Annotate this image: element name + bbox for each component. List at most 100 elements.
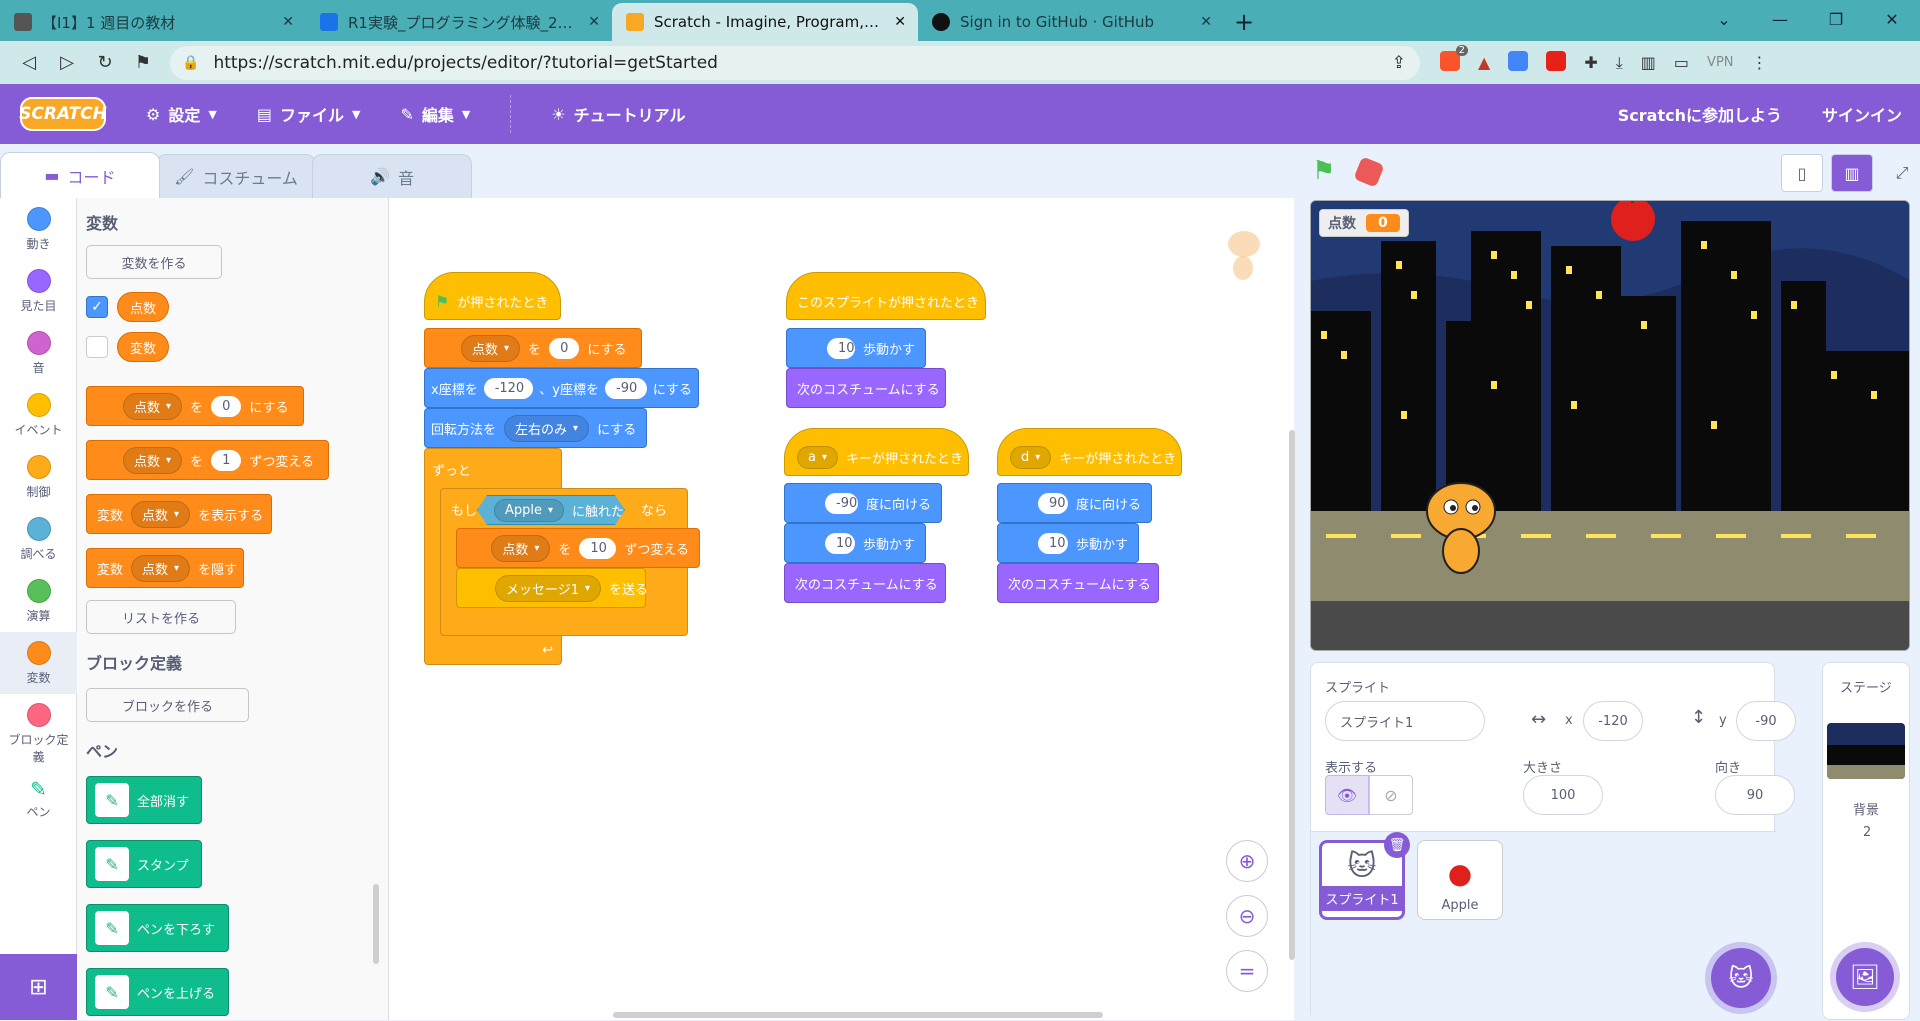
variable-reporter-score[interactable]: 点数 bbox=[117, 292, 170, 322]
block-next-costume[interactable]: 次のコスチュームにする bbox=[784, 563, 946, 603]
category-control[interactable]: 制御 bbox=[0, 446, 77, 508]
zoom-reset-button[interactable]: = bbox=[1226, 950, 1268, 992]
tab-sounds[interactable]: 🔊 音 bbox=[312, 154, 472, 198]
block-point-in-direction[interactable]: 90 度に向ける bbox=[997, 483, 1152, 523]
block-set-variable[interactable]: 点数を0にする bbox=[86, 386, 304, 426]
minimize-icon[interactable]: — bbox=[1752, 10, 1808, 29]
workspace-horizontal-scrollbar[interactable] bbox=[613, 1012, 1103, 1018]
add-extension-button[interactable]: ⊞ bbox=[0, 954, 77, 1020]
reload-icon[interactable]: ↻ bbox=[86, 52, 124, 73]
vpn-button[interactable]: VPN bbox=[1707, 55, 1733, 70]
block-change-variable[interactable]: 点数を1ずつ変える bbox=[86, 440, 329, 480]
category-motion[interactable]: 動き bbox=[0, 198, 77, 260]
stage-canvas[interactable]: 点数 0 bbox=[1310, 200, 1910, 651]
youtube-ext-icon[interactable] bbox=[1546, 50, 1567, 75]
sprite-thumb-apple[interactable]: ● Apple bbox=[1417, 840, 1503, 920]
browser-tab-2[interactable]: R1実験_プログラミング体験_20230707.pdf✕ bbox=[306, 3, 612, 41]
category-operators[interactable]: 演算 bbox=[0, 570, 77, 632]
hide-sprite-button[interactable]: ⊘ bbox=[1369, 775, 1413, 815]
block-pen-down[interactable]: ✎ ペンを下ろす bbox=[86, 904, 229, 952]
join-scratch-link[interactable]: Scratchに参加しよう bbox=[1618, 102, 1782, 126]
block-hide-variable[interactable]: 変数点数を隠す bbox=[86, 548, 244, 588]
block-set-variable[interactable]: 点数を0にする bbox=[424, 328, 642, 368]
sprite-name-input[interactable]: スプライト1 bbox=[1325, 701, 1485, 741]
forward-icon[interactable]: ▷ bbox=[48, 52, 86, 73]
choose-backdrop-button[interactable]: 🖼 bbox=[1836, 948, 1894, 1006]
block-next-costume[interactable]: 次のコスチュームにする bbox=[786, 368, 946, 408]
block-set-rotation-style[interactable]: 回転方法を左右のみにする bbox=[424, 408, 647, 448]
tab-code[interactable]: ▬ コード bbox=[0, 152, 160, 198]
sprite-size-input[interactable]: 100 bbox=[1523, 775, 1603, 815]
block-point-in-direction[interactable]: -90 度に向ける bbox=[784, 483, 942, 523]
block-next-costume[interactable]: 次のコスチュームにする bbox=[997, 563, 1159, 603]
window-close-icon[interactable]: ✕ bbox=[1864, 10, 1920, 29]
block-when-flag-clicked[interactable]: ⚑ が押されたとき bbox=[424, 272, 561, 320]
browser-tab-1[interactable]: 【I1】1 週目の教材 ✕ bbox=[0, 3, 306, 41]
variable-reporter-var[interactable]: 変数 bbox=[117, 332, 170, 362]
category-myblocks[interactable]: ブロック定義 bbox=[0, 694, 77, 768]
fullscreen-button[interactable]: ⤢ bbox=[1881, 154, 1920, 192]
sprite-direction-input[interactable]: 90 bbox=[1715, 775, 1795, 815]
normal-stage-button[interactable]: ▥ bbox=[1831, 154, 1873, 192]
category-events[interactable]: イベント bbox=[0, 384, 77, 446]
wallet-icon[interactable]: ▭ bbox=[1674, 53, 1689, 72]
block-broadcast[interactable]: メッセージ1を送る bbox=[456, 568, 648, 608]
stage-thumbnail[interactable] bbox=[1827, 723, 1905, 779]
close-icon[interactable]: ✕ bbox=[282, 14, 294, 30]
block-change-variable[interactable]: 点数を10ずつ変える bbox=[456, 528, 700, 568]
palette-scrollbar[interactable] bbox=[373, 884, 379, 964]
variable-checkbox-score[interactable]: ✓ bbox=[86, 296, 108, 318]
menu-icon[interactable]: ⋮ bbox=[1752, 53, 1768, 72]
green-flag-button[interactable]: ⚑ bbox=[1312, 156, 1335, 186]
sidebar-icon[interactable]: ▥ bbox=[1641, 53, 1656, 72]
category-sensing[interactable]: 調べる bbox=[0, 508, 77, 570]
make-block-button[interactable]: ブロックを作る bbox=[86, 688, 249, 722]
category-sound[interactable]: 音 bbox=[0, 322, 77, 384]
file-menu[interactable]: ▤ ファイル ▼ bbox=[257, 102, 361, 126]
delete-sprite-button[interactable]: 🗑 bbox=[1384, 832, 1410, 858]
sign-in-link[interactable]: サインイン bbox=[1822, 102, 1902, 126]
show-sprite-button[interactable]: 👁 bbox=[1325, 775, 1369, 815]
close-icon[interactable]: ✕ bbox=[894, 14, 906, 30]
block-move-steps[interactable]: 10 歩動かす bbox=[997, 523, 1139, 563]
sprite-x-input[interactable]: -120 bbox=[1583, 701, 1643, 741]
category-pen[interactable]: ✎ ペン bbox=[0, 768, 77, 830]
zoom-in-button[interactable]: ⊕ bbox=[1226, 840, 1268, 882]
edit-menu[interactable]: ✎ 編集 ▼ bbox=[400, 102, 470, 126]
block-pen-clear[interactable]: ✎ 全部消す bbox=[86, 776, 202, 824]
category-variables[interactable]: 変数 bbox=[0, 632, 77, 694]
block-touching[interactable]: Appleに触れた bbox=[477, 495, 625, 525]
block-when-key-pressed-d[interactable]: dキーが押されたとき bbox=[997, 428, 1182, 476]
back-icon[interactable]: ◁ bbox=[10, 52, 48, 73]
translate-icon[interactable] bbox=[1508, 50, 1529, 75]
block-move-steps[interactable]: 10 歩動かす bbox=[784, 523, 926, 563]
block-go-to-xy[interactable]: x座標を -120 、y座標を -90 にする bbox=[424, 368, 699, 408]
close-icon[interactable]: ✕ bbox=[1200, 14, 1212, 30]
script-workspace[interactable]: ⚑が押されたとき 点数を0にする x座標を-120、y座標を-90にする 回転方… bbox=[389, 198, 1294, 1020]
block-pen-up[interactable]: ✎ ペンを上げる bbox=[86, 968, 229, 1016]
category-looks[interactable]: 見た目 bbox=[0, 260, 77, 322]
block-when-key-pressed-a[interactable]: aキーが押されたとき bbox=[784, 428, 969, 476]
tab-costumes[interactable]: 🖌 コスチューム bbox=[156, 154, 316, 198]
block-when-sprite-clicked[interactable]: このスプライトが押されたとき bbox=[786, 272, 986, 320]
share-icon[interactable]: ⇪ bbox=[1392, 53, 1406, 73]
browser-tab-4[interactable]: Sign in to GitHub · GitHub ✕ bbox=[918, 3, 1224, 41]
variable-monitor-score[interactable]: 点数 0 bbox=[1319, 209, 1409, 237]
make-list-button[interactable]: リストを作る bbox=[86, 600, 236, 634]
block-pen-stamp[interactable]: ✎ スタンプ bbox=[86, 840, 202, 888]
url-field[interactable]: 🔒 https://scratch.mit.edu/projects/editor… bbox=[170, 45, 1420, 80]
scratch-logo[interactable]: SCRATCH bbox=[19, 97, 107, 131]
brave-shield-icon[interactable]: 2 bbox=[1440, 44, 1468, 75]
settings-menu[interactable]: ⚙ 設定 ▼ bbox=[146, 102, 217, 126]
download-icon[interactable]: ⤓ bbox=[1616, 53, 1623, 73]
bookmark-icon[interactable]: ⚑ bbox=[124, 52, 162, 73]
stop-button[interactable] bbox=[1353, 156, 1385, 188]
choose-sprite-button[interactable]: 🐱 bbox=[1711, 948, 1771, 1008]
browser-tab-3[interactable]: Scratch - Imagine, Program, Share✕ bbox=[612, 3, 918, 41]
sprite-y-input[interactable]: -90 bbox=[1736, 701, 1796, 741]
apple-sprite[interactable] bbox=[1606, 200, 1660, 245]
new-tab-button[interactable]: + bbox=[1224, 3, 1264, 41]
close-icon[interactable]: ✕ bbox=[588, 14, 600, 30]
extensions-icon[interactable]: ✚ bbox=[1584, 53, 1597, 72]
zoom-out-button[interactable]: ⊖ bbox=[1226, 895, 1268, 937]
